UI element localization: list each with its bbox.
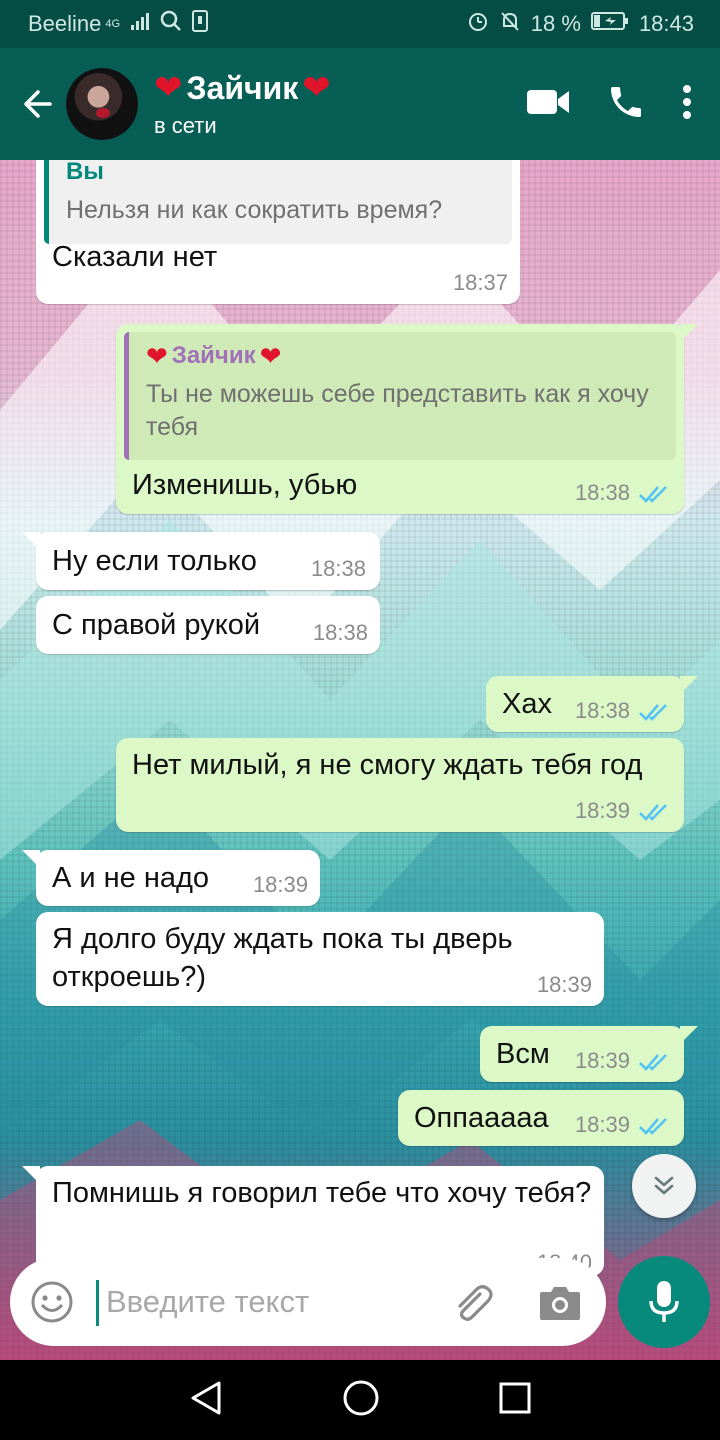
emoji-icon — [31, 1281, 73, 1323]
message-input-container[interactable]: Введите текст — [10, 1258, 606, 1346]
system-navigation-bar — [0, 1360, 720, 1440]
screenshot-icon — [192, 10, 209, 38]
message-time: 18:38 — [574, 480, 630, 505]
nav-back-button[interactable] — [189, 1380, 223, 1421]
contact-info[interactable]: ❤ Зайчик ❤ в сети — [154, 70, 526, 139]
avatar[interactable] — [66, 68, 138, 140]
message-incoming[interactable]: Я долго буду ждать пока ты дверь откроеш… — [36, 912, 604, 1006]
status-bar: Beeline 4G 18 % 18:43 — [0, 0, 720, 48]
heart-icon: ❤ — [259, 341, 282, 371]
message-text: Сказали нет — [52, 241, 218, 273]
video-call-icon — [527, 89, 569, 114]
message-time: 18:39 — [574, 798, 630, 823]
attach-button[interactable] — [450, 1280, 496, 1331]
circle-home-icon — [343, 1380, 379, 1415]
video-call-button[interactable] — [526, 87, 570, 122]
quoted-message[interactable]: ❤ Зайчик ❤ Ты не можешь себе представить… — [124, 332, 676, 460]
search-icon — [160, 10, 182, 38]
camera-icon — [540, 1287, 580, 1320]
message-incoming[interactable]: Вы Нельзя ни как сократить время? Сказал… — [36, 160, 520, 304]
message-outgoing[interactable]: Оппааааа 18:39 — [398, 1090, 684, 1146]
clock: 18:43 — [638, 11, 694, 36]
signal-icon — [130, 11, 150, 37]
message-time: 18:39 — [536, 972, 592, 997]
quote-text: Ты не можешь себе представить как я хочу… — [146, 380, 649, 441]
chat-area[interactable]: Вы Нельзя ни как сократить время? Сказал… — [0, 160, 720, 1360]
heart-icon: ❤ — [302, 69, 331, 107]
message-text: А и не надо — [52, 862, 210, 894]
carrier-label: Beeline — [28, 11, 102, 36]
contact-name: Зайчик — [186, 69, 299, 106]
message-text: Помнишь я говорил тебе что хочу тебя? — [52, 1177, 592, 1209]
message-text: Оппааааа — [414, 1102, 549, 1134]
heart-icon: ❤ — [154, 69, 183, 107]
message-text: Ну если только — [52, 545, 257, 577]
quote-text: Нельзя ни как сократить время? — [66, 196, 443, 224]
more-options-button[interactable] — [682, 84, 692, 125]
contact-status: в сети — [154, 112, 217, 138]
nav-home-button[interactable] — [342, 1379, 380, 1422]
message-outgoing[interactable]: Нет милый, я не смогу ждать тебя год 18:… — [116, 738, 684, 832]
message-incoming[interactable]: А и не надо 18:39 — [22, 850, 320, 906]
nav-recents-button[interactable] — [499, 1382, 531, 1419]
message-time: 18:38 — [310, 556, 366, 581]
quote-author: Вы — [66, 160, 104, 185]
scroll-to-bottom-button[interactable] — [632, 1154, 696, 1218]
read-ticks-icon — [639, 804, 667, 821]
read-ticks-icon — [639, 486, 667, 503]
voice-message-button[interactable] — [618, 1256, 710, 1348]
voice-call-button[interactable] — [606, 82, 646, 127]
emoji-button[interactable] — [30, 1280, 74, 1329]
triangle-back-icon — [191, 1381, 221, 1414]
quote-author-row: ❤ Зайчик ❤ — [146, 342, 662, 370]
contact-name-row: ❤ Зайчик ❤ — [154, 70, 526, 107]
alarm-icon — [467, 10, 489, 38]
chevron-double-down-icon — [654, 1176, 674, 1195]
back-button[interactable] — [10, 86, 66, 122]
quoted-message[interactable]: Вы Нельзя ни как сократить время? — [44, 160, 512, 244]
message-time: 18:37 — [452, 270, 508, 295]
back-arrow-icon — [24, 90, 52, 118]
message-time: 18:39 — [574, 1112, 630, 1137]
network-type: 4G — [105, 18, 121, 30]
read-ticks-icon — [639, 1054, 667, 1071]
quote-author: Зайчик — [171, 342, 256, 369]
more-options-icon — [683, 84, 691, 119]
message-outgoing[interactable]: Хах 18:38 — [486, 676, 698, 732]
read-ticks-icon — [639, 1118, 667, 1135]
message-time: 18:39 — [252, 872, 308, 897]
microphone-icon — [649, 1281, 679, 1322]
text-cursor — [96, 1280, 99, 1326]
phone-icon — [611, 86, 641, 117]
message-time: 18:39 — [574, 1048, 630, 1073]
paperclip-icon — [458, 1285, 493, 1321]
camera-button[interactable] — [538, 1282, 582, 1327]
heart-icon: ❤ — [146, 341, 168, 371]
message-incoming[interactable]: Ну если только 18:38 — [22, 532, 380, 590]
message-text: Всм — [496, 1038, 550, 1070]
read-ticks-icon — [639, 704, 667, 721]
message-outgoing[interactable]: ❤ Зайчик ❤ Ты не можешь себе представить… — [116, 324, 698, 514]
battery-percent: 18 % — [530, 11, 581, 36]
message-input[interactable]: Введите текст — [106, 1284, 309, 1320]
mute-notifications-icon — [499, 10, 521, 38]
message-time: 18:38 — [574, 698, 630, 723]
message-incoming[interactable]: С правой рукой 18:38 — [36, 596, 380, 654]
message-text: Хах — [502, 688, 552, 720]
chat-header: ❤ Зайчик ❤ в сети — [0, 48, 720, 160]
message-text: Я долго буду ждать пока ты дверь откроеш… — [52, 923, 513, 993]
battery-icon — [590, 11, 629, 37]
message-text: С правой рукой — [52, 609, 261, 641]
message-time: 18:38 — [312, 620, 368, 645]
composer-bar: Введите текст — [0, 1248, 720, 1360]
square-recents-icon — [499, 1382, 531, 1413]
message-text: Изменишь, убью — [132, 469, 358, 501]
message-text: Нет милый, я не смогу ждать тебя год — [132, 749, 643, 781]
message-outgoing[interactable]: Всм 18:39 — [480, 1026, 698, 1082]
